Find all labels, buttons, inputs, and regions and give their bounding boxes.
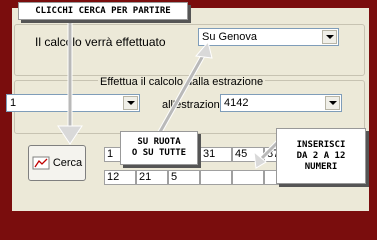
callout-numbers-line: DA 2 A 12: [296, 150, 346, 161]
callout-click-search: CLICCHI CERCA PER PARTIRE: [18, 2, 188, 20]
chevron-down-icon: [328, 101, 337, 105]
number-cell[interactable]: 12: [104, 170, 136, 185]
city-dropdown-button[interactable]: [322, 30, 337, 44]
number-cell[interactable]: 45: [232, 147, 264, 162]
search-button[interactable]: Cerca: [28, 145, 86, 181]
end-extraction-value: 4142: [224, 97, 249, 109]
start-extraction-select[interactable]: 1: [6, 94, 140, 112]
callout-wheel: SU RUOTA O SU TUTTE: [120, 131, 198, 165]
number-cell[interactable]: 21: [136, 170, 168, 185]
city-select[interactable]: Su Genova: [198, 28, 339, 46]
search-button-label: Cerca: [52, 157, 83, 169]
chevron-down-icon: [325, 35, 334, 39]
callout-numbers-line: INSERISCI: [296, 139, 346, 150]
callout-wheel-line: SU RUOTA: [137, 137, 181, 147]
callout-wheel-line: O SU TUTTE: [131, 148, 187, 158]
number-cell[interactable]: [200, 170, 232, 185]
chart-icon: [32, 156, 50, 170]
callout-click-search-text: CLICCHI CERCA PER PARTIRE: [35, 5, 171, 16]
chevron-down-icon: [126, 101, 135, 105]
start-extraction-value: 1: [10, 97, 17, 109]
number-cell[interactable]: 31: [200, 147, 232, 162]
start-dropdown-button[interactable]: [123, 96, 138, 110]
end-extraction-select[interactable]: 4142: [220, 94, 342, 112]
callout-numbers-line: NUMERI: [304, 161, 338, 172]
to-extraction-label: all'estrazione: [162, 99, 226, 111]
callout-numbers: INSERISCI DA 2 A 12 NUMERI: [276, 128, 366, 184]
end-dropdown-button[interactable]: [325, 96, 340, 110]
number-cell[interactable]: [232, 170, 264, 185]
city-select-value: Su Genova: [202, 31, 258, 43]
range-group-title: Effettua il calcolo dalla estrazione: [98, 76, 266, 88]
number-cell[interactable]: 5: [168, 170, 200, 185]
calc-label: Il calcolo verrà effettuato: [35, 35, 166, 49]
